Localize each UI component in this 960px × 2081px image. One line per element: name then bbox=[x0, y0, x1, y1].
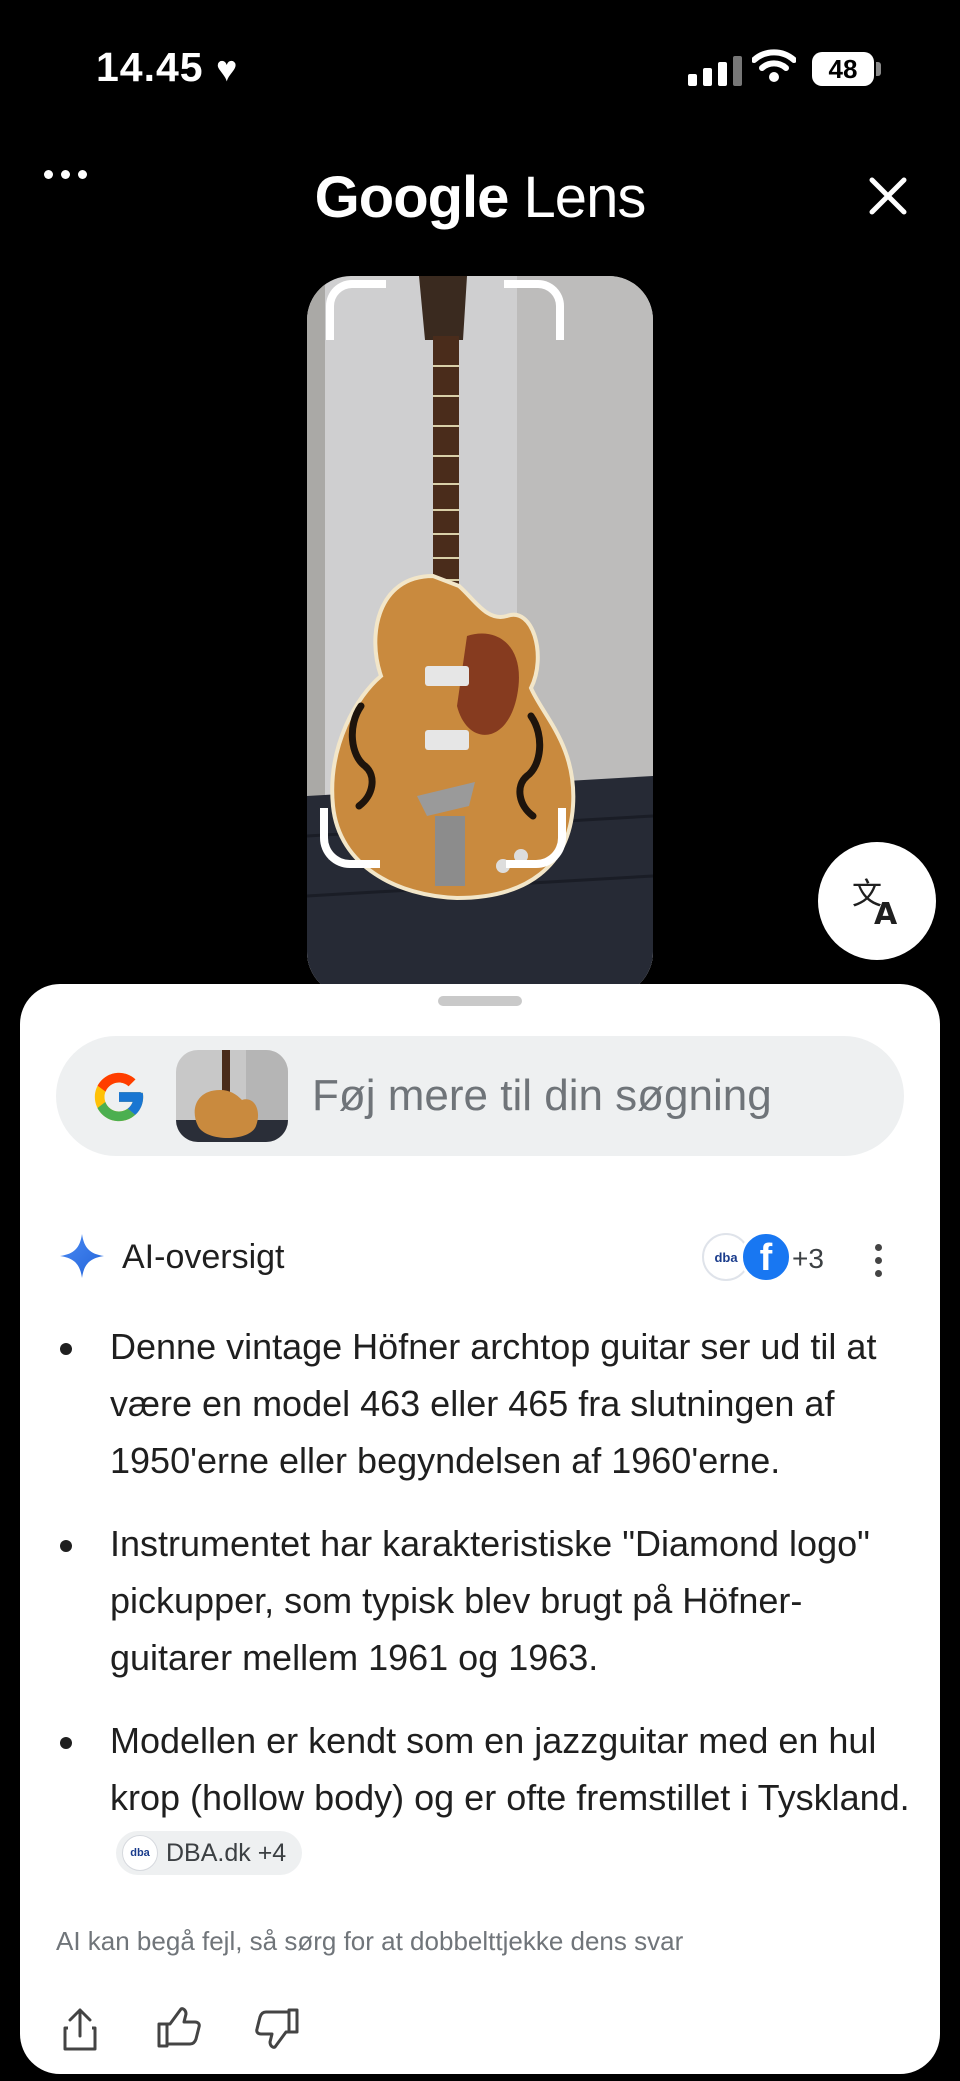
crop-corner-top-left[interactable] bbox=[326, 280, 386, 340]
search-input[interactable]: Føj mere til din søgning bbox=[312, 1071, 772, 1121]
citation-label: DBA.dk +4 bbox=[166, 1839, 287, 1868]
battery-tip bbox=[876, 62, 881, 76]
thumbs-down-icon[interactable] bbox=[254, 2006, 300, 2055]
translate-button[interactable]: 文 A bbox=[818, 842, 936, 960]
citation-chip[interactable]: dba DBA.dk +4 bbox=[116, 1831, 303, 1876]
crop-corner-bottom-right[interactable] bbox=[506, 808, 566, 868]
translate-icon: 文 A bbox=[852, 877, 898, 928]
svg-text:A: A bbox=[874, 897, 898, 928]
ai-disclaimer: AI kan begå fejl, så sørg for at dobbelt… bbox=[56, 1926, 684, 1956]
sheet-drag-handle[interactable] bbox=[438, 996, 522, 1006]
ai-overview-list: Denne vintage Höfner archtop guitar ser … bbox=[56, 1318, 916, 1909]
facebook-icon[interactable]: f bbox=[740, 1231, 792, 1283]
sparkle-icon bbox=[58, 1232, 106, 1285]
thumbs-up-icon[interactable] bbox=[156, 2006, 202, 2055]
app-title: Google Lens bbox=[314, 165, 647, 230]
more-options-icon[interactable] bbox=[875, 1244, 882, 1277]
heart-icon: ♥ bbox=[216, 48, 238, 89]
list-item: Denne vintage Höfner archtop guitar ser … bbox=[56, 1318, 916, 1489]
crop-corner-bottom-left[interactable] bbox=[320, 808, 380, 868]
list-item: Instrumentet har karakteristiske "Diamon… bbox=[56, 1515, 916, 1686]
citation-logo: dba bbox=[122, 1835, 158, 1872]
status-time: 14.45 bbox=[96, 44, 204, 90]
ai-overview-title: AI-oversigt bbox=[122, 1238, 285, 1276]
source-count[interactable]: +3 bbox=[792, 1243, 824, 1275]
wifi-icon bbox=[751, 48, 797, 87]
share-icon[interactable] bbox=[62, 2006, 98, 2057]
signal-icon bbox=[688, 56, 742, 86]
google-logo-icon bbox=[90, 1068, 148, 1131]
crop-corner-top-right[interactable] bbox=[504, 280, 564, 340]
battery-level: 48 bbox=[812, 52, 874, 86]
close-icon[interactable] bbox=[868, 176, 908, 221]
captured-photo[interactable] bbox=[307, 276, 653, 996]
search-thumbnail[interactable] bbox=[176, 1050, 288, 1142]
list-item: Modellen er kendt som en jazzguitar med … bbox=[56, 1712, 916, 1883]
